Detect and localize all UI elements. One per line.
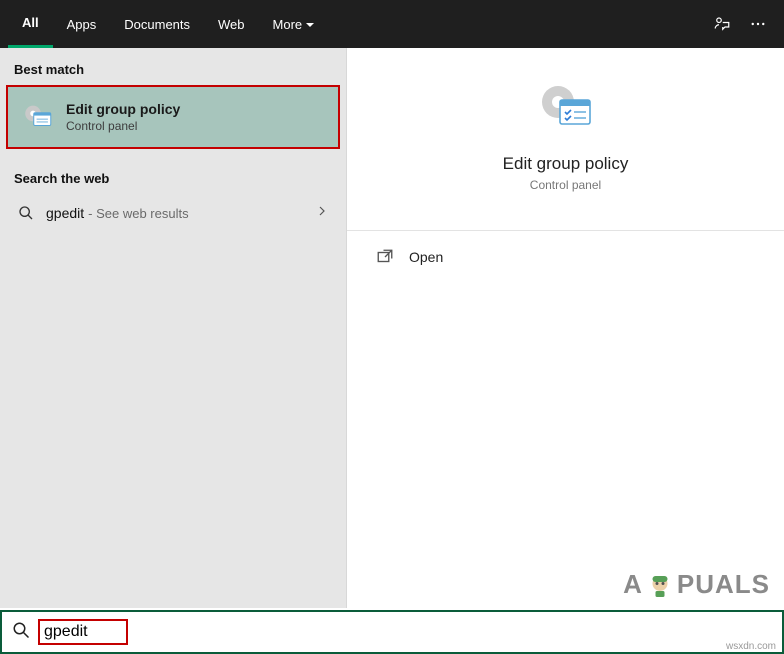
control-panel-icon (20, 99, 56, 135)
mascot-icon (645, 570, 675, 600)
search-scope-tabs: All Apps Documents Web More (0, 0, 784, 48)
tab-more-label: More (273, 17, 303, 32)
preview-title: Edit group policy (503, 154, 629, 174)
open-label: Open (409, 249, 443, 265)
preview-subtitle: Control panel (530, 178, 601, 192)
tab-more[interactable]: More (259, 0, 329, 48)
result-title: Edit group policy (66, 101, 180, 117)
tab-documents[interactable]: Documents (110, 0, 204, 48)
best-match-header: Best match (0, 48, 346, 85)
search-icon (12, 621, 30, 644)
chevron-right-icon (316, 204, 332, 222)
search-input[interactable] (38, 619, 128, 645)
more-options-icon[interactable] (740, 6, 776, 42)
open-icon (375, 247, 395, 267)
web-hint-text: - See web results (88, 206, 188, 221)
taskbar-search[interactable] (0, 610, 784, 654)
tab-apps[interactable]: Apps (53, 0, 111, 48)
feedback-icon[interactable] (704, 6, 740, 42)
web-result-row[interactable]: gpedit - See web results (0, 194, 346, 232)
source-site: wsxdn.com (726, 641, 776, 652)
best-match-result[interactable]: Edit group policy Control panel (6, 85, 340, 149)
results-list: Best match Edit group policy Control pan… (0, 48, 346, 608)
preview-app-icon (534, 76, 598, 140)
tab-web[interactable]: Web (204, 0, 259, 48)
watermark-prefix: A (623, 569, 643, 600)
caret-down-icon (306, 17, 314, 32)
result-text: Edit group policy Control panel (66, 101, 180, 133)
search-results-panel: Best match Edit group policy Control pan… (0, 48, 784, 608)
tab-all[interactable]: All (8, 0, 53, 48)
result-preview-pane: Edit group policy Control panel Open (346, 48, 784, 608)
watermark-suffix: PUALS (677, 569, 770, 600)
open-action[interactable]: Open (375, 247, 756, 267)
search-icon (14, 205, 38, 221)
search-web-header: Search the web (0, 157, 346, 194)
watermark-logo: A PUALS (623, 569, 770, 600)
web-query-text: gpedit (46, 205, 84, 221)
result-subtitle: Control panel (66, 119, 180, 133)
